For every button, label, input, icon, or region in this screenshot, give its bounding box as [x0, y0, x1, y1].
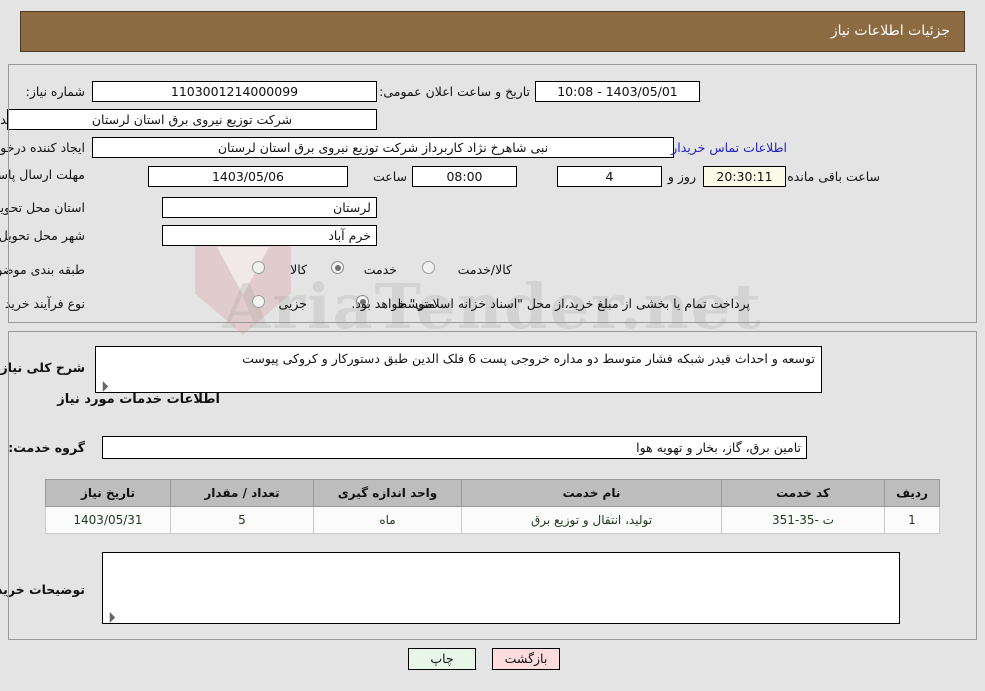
col-name: نام خدمت: [461, 479, 722, 507]
need-summary-panel: [8, 64, 977, 323]
cell-unit: ماه: [313, 506, 462, 534]
services-table-wrapper: ردیف کد خدمت نام خدمت واحد اندازه گیری ت…: [45, 479, 940, 534]
page-header-band: جزئیات اطلاعات نیاز: [20, 11, 965, 52]
table-row[interactable]: 1 ت -35-351 تولید، انتقال و توزیع برق ما…: [45, 506, 940, 534]
cell-qty: 5: [170, 506, 314, 534]
cell-code: ت -35-351: [721, 506, 885, 534]
cell-row: 1: [884, 506, 940, 534]
back-button[interactable]: بازگشت: [492, 648, 560, 670]
print-button[interactable]: چاپ: [408, 648, 476, 670]
page-title: جزئیات اطلاعات نیاز: [830, 23, 950, 39]
services-table: ردیف کد خدمت نام خدمت واحد اندازه گیری ت…: [45, 479, 940, 534]
col-unit: واحد اندازه گیری: [313, 479, 462, 507]
table-header-row: ردیف کد خدمت نام خدمت واحد اندازه گیری ت…: [45, 479, 940, 507]
cell-date: 1403/05/31: [45, 506, 171, 534]
col-code: کد خدمت: [721, 479, 885, 507]
col-qty: تعداد / مقدار: [170, 479, 314, 507]
col-date: تاریخ نیاز: [45, 479, 171, 507]
cell-name: تولید، انتقال و توزیع برق: [461, 506, 722, 534]
col-row: ردیف: [884, 479, 940, 507]
